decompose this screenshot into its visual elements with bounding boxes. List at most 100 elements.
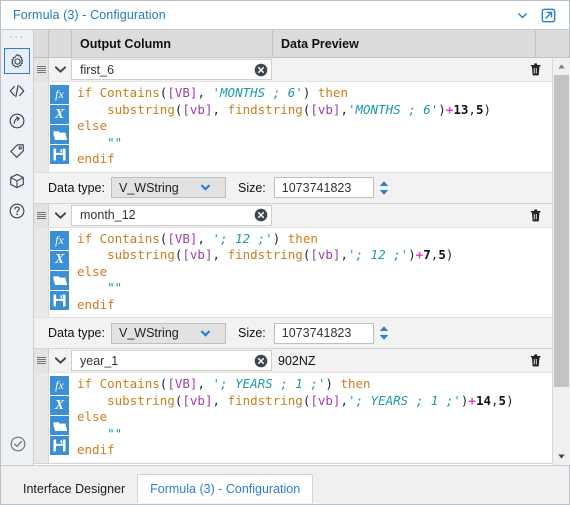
- formula-expression[interactable]: if Contains([VB], '; YEARS ; 1 ;') then …: [71, 373, 552, 463]
- trash-icon: [530, 354, 541, 367]
- formula-line: endif: [77, 442, 115, 457]
- rail-item-help[interactable]: [4, 198, 30, 224]
- rail-item-configuration[interactable]: [4, 48, 30, 74]
- rail-item-code[interactable]: [4, 78, 30, 104]
- formula-expression[interactable]: if Contains([VB], '; 12 ;') then substri…: [71, 228, 552, 318]
- chevron-down-icon: [200, 329, 211, 337]
- output-column-input[interactable]: [72, 352, 251, 369]
- output-column-field[interactable]: [71, 350, 272, 371]
- editor-gutter: [34, 373, 49, 463]
- data-type-select[interactable]: V_WString: [110, 322, 226, 344]
- size-spinner[interactable]: [375, 177, 393, 198]
- scroll-down-button[interactable]: [552, 448, 570, 465]
- formula-line: "": [107, 280, 123, 295]
- column-header-data-preview[interactable]: Data Preview: [273, 30, 536, 57]
- delete-formula-button[interactable]: [519, 203, 552, 227]
- delete-formula-button[interactable]: [519, 349, 552, 372]
- drag-grip-icon[interactable]: [34, 58, 49, 81]
- collapse-block-button[interactable]: [49, 203, 71, 227]
- rail-item-annotation[interactable]: [4, 138, 30, 164]
- collapse-block-button[interactable]: [49, 349, 71, 372]
- data-type-select[interactable]: V_WString: [110, 177, 226, 198]
- popout-window-button[interactable]: [535, 4, 561, 26]
- open-folder-button[interactable]: [50, 125, 69, 144]
- open-folder-icon: [53, 276, 67, 285]
- scroll-up-icon: [557, 64, 565, 69]
- formula-line: endif: [77, 151, 115, 166]
- bottom-tab-active[interactable]: Formula (3) - Configuration: [137, 474, 314, 503]
- formula-expression[interactable]: if Contains([VB], 'MONTHS ; 6') then sub…: [71, 82, 552, 172]
- grid-scroll-area: fxXif Contains([VB], 'MONTHS ; 6') then …: [34, 58, 570, 465]
- size-field[interactable]: [273, 177, 374, 198]
- bottom-tab-inactive[interactable]: Interface Designer: [11, 474, 137, 503]
- data-type-chevron: [179, 328, 225, 339]
- formula-line: if Contains([VB], '; 12 ;') then: [77, 230, 318, 246]
- clear-output-column-button[interactable]: [251, 208, 271, 222]
- data-preview-cell: 902NZ: [272, 349, 519, 372]
- scrollbar-track[interactable]: [552, 75, 570, 448]
- drag-grip-icon[interactable]: [34, 203, 49, 227]
- delete-formula-button[interactable]: [519, 58, 552, 81]
- vertical-scrollbar[interactable]: [552, 58, 570, 465]
- spinner-updown-icon: [379, 180, 388, 195]
- fx-icon[interactable]: fx: [50, 376, 69, 395]
- scroll-up-button[interactable]: [552, 58, 570, 75]
- data-type-chevron: [179, 182, 225, 193]
- formula-line: if Contains([VB], 'MONTHS ; 6') then: [77, 85, 348, 100]
- tool-rail: ···: [1, 30, 34, 465]
- fx-icon[interactable]: fx: [50, 85, 69, 104]
- variable-icon[interactable]: X: [50, 396, 69, 415]
- rail-status: [1, 427, 34, 457]
- fx-icon[interactable]: fx: [50, 230, 69, 250]
- open-folder-button[interactable]: [50, 416, 69, 435]
- save-button[interactable]: [50, 145, 69, 164]
- output-column-input[interactable]: [72, 61, 251, 78]
- output-column-field[interactable]: [71, 204, 272, 226]
- check-circle-icon: [10, 436, 25, 452]
- size-spinner[interactable]: [375, 323, 393, 344]
- save-button[interactable]: [50, 436, 69, 455]
- save-icon: [53, 148, 66, 161]
- collapse-block-button[interactable]: [49, 58, 71, 81]
- column-header-output-column[interactable]: Output Column: [72, 30, 273, 57]
- tag-icon: [10, 144, 24, 158]
- drag-grip-icon[interactable]: [34, 349, 49, 372]
- data-type-value: V_WString: [118, 326, 179, 340]
- formula-line: else: [77, 263, 108, 279]
- formula-line: if Contains([VB], '; YEARS ; 1 ;') then: [77, 376, 371, 391]
- clear-output-column-button[interactable]: [251, 354, 271, 368]
- editor-toolbar: fx X: [49, 227, 71, 317]
- chevron-down-icon: [54, 357, 66, 364]
- data-type-row: Data type: V_WString Size:: [34, 317, 552, 348]
- save-button[interactable]: [50, 290, 69, 310]
- size-input[interactable]: [274, 325, 373, 341]
- clear-output-column-button[interactable]: [251, 63, 271, 77]
- open-folder-icon: [53, 421, 67, 431]
- formula-line: substring([vb], findstring([vb],'; YEARS…: [107, 392, 514, 408]
- runtime-icon: [9, 113, 25, 129]
- formula-grid: Output Column Data Preview fxXif Contain…: [34, 30, 570, 465]
- scrollbar-thumb[interactable]: [553, 75, 569, 387]
- editor-toolbar: fx X: [49, 373, 71, 463]
- variable-icon[interactable]: X: [50, 250, 69, 270]
- size-field[interactable]: [273, 322, 374, 344]
- size-input[interactable]: [274, 179, 373, 196]
- formula-editor: fx Xif Contains([VB], 'MONTHS ; 6') then …: [34, 82, 552, 172]
- size-label: Size:: [237, 180, 266, 195]
- window-body: ··· Output Column Data Preview first_6 f…: [1, 30, 570, 465]
- data-preview-cell: [272, 203, 519, 227]
- variable-icon[interactable]: X: [50, 105, 69, 124]
- open-folder-button[interactable]: [50, 270, 69, 290]
- output-column-input[interactable]: [72, 207, 251, 223]
- rail-item-package[interactable]: [4, 168, 30, 194]
- collapse-panel-button[interactable]: [509, 4, 535, 26]
- data-type-row: Data type: V_WString Size:: [34, 171, 552, 203]
- editor-gutter: [34, 227, 49, 317]
- grid-header-collapse-spacer: [49, 30, 72, 57]
- grid-header-row: Output Column Data Preview: [34, 30, 569, 58]
- pop-out-icon: [541, 8, 555, 22]
- rail-item-valid[interactable]: [5, 431, 31, 457]
- rail-item-runtime[interactable]: [4, 108, 30, 134]
- output-column-field[interactable]: [71, 59, 272, 80]
- chevron-down-icon: [517, 12, 527, 18]
